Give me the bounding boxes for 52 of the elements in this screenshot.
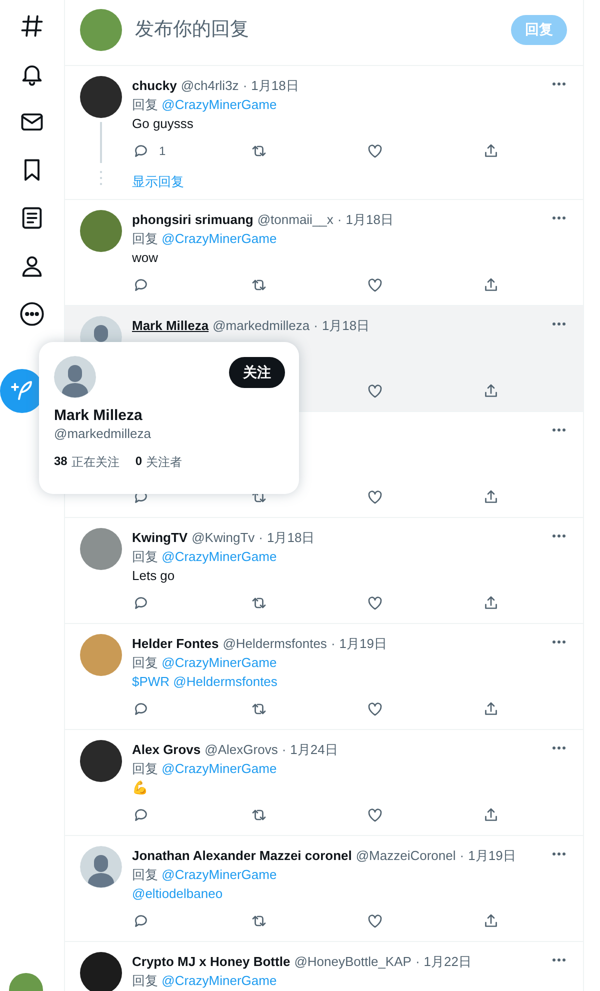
separator-dot: · (314, 317, 318, 335)
separator-dot: · (330, 635, 336, 653)
separator-dot: · (460, 847, 464, 865)
reply-label: 回复 (132, 867, 158, 882)
author-name[interactable]: Jonathan Alexander Mazzei coronel (132, 846, 352, 865)
reply-count: 1 (159, 144, 166, 158)
author-name[interactable]: KwingTV (132, 528, 188, 547)
reply-label: 回复 (132, 761, 158, 776)
tweet-date: 1月24日 (290, 741, 338, 759)
author-handle: @MazzeiCoronel (356, 847, 456, 865)
author-handle: @AlexGrovs (204, 741, 278, 759)
separator-dot: · (415, 953, 420, 971)
follow-button[interactable]: 关注 (229, 357, 285, 388)
tweet-date: 1月19日 (339, 635, 387, 653)
reply-label: 回复 (132, 973, 158, 988)
author-name[interactable]: Crypto MJ x Honey Bottle (132, 952, 290, 971)
author-name[interactable]: phongsiri srimuang (132, 210, 254, 229)
tweet-text: 💪 (132, 779, 149, 797)
author-name[interactable]: chucky (132, 76, 177, 95)
separator-dot: · (242, 77, 248, 95)
author-name[interactable]: Mark Milleza (132, 316, 209, 335)
reply-input-field[interactable]: 发布你的回复 (133, 18, 511, 42)
author-handle: @markedmilleza (212, 317, 310, 335)
followers-label[interactable]: 关注者 (146, 454, 182, 471)
tweet-date: 1月18日 (251, 77, 299, 95)
tweet-text: wow (132, 249, 160, 267)
following-label[interactable]: 正在关注 (71, 454, 120, 471)
profile-name: Mark Milleza (54, 407, 144, 424)
author-handle: @ch4rli3z (180, 77, 239, 95)
tweet-date: 1月18日 (267, 529, 315, 547)
tweet-text: Lets go (132, 567, 176, 585)
separator-dot: · (282, 741, 286, 759)
profile-handle: @markedmilleza (54, 426, 152, 441)
tweet-date: 1月18日 (346, 211, 394, 229)
author-name[interactable]: Helder Fontes (132, 634, 219, 653)
reply-label: 回复 (132, 549, 158, 564)
reply-label: 回复 (132, 231, 158, 246)
separator-dot: · (258, 529, 263, 547)
author-handle: @tonmaii__x (257, 211, 334, 229)
reply-label: 回复 (132, 97, 158, 112)
reply-label: 回复 (132, 655, 158, 670)
tweet-text: Go guysss (132, 115, 194, 133)
author-name[interactable]: Alex Grovs (132, 740, 201, 759)
tweet-date: 1月18日 (322, 317, 370, 335)
tweet-date: 1月19日 (468, 847, 516, 865)
followers-count: 0 (135, 454, 142, 470)
separator-dot: · (337, 211, 342, 229)
author-handle: @Heldermsfontes (222, 635, 327, 653)
author-handle: @KwingTv (192, 529, 255, 547)
following-count: 38 (54, 454, 68, 470)
author-handle: @HoneyBottle_KAP (294, 953, 412, 971)
tweet-date: 1月22日 (424, 953, 472, 971)
